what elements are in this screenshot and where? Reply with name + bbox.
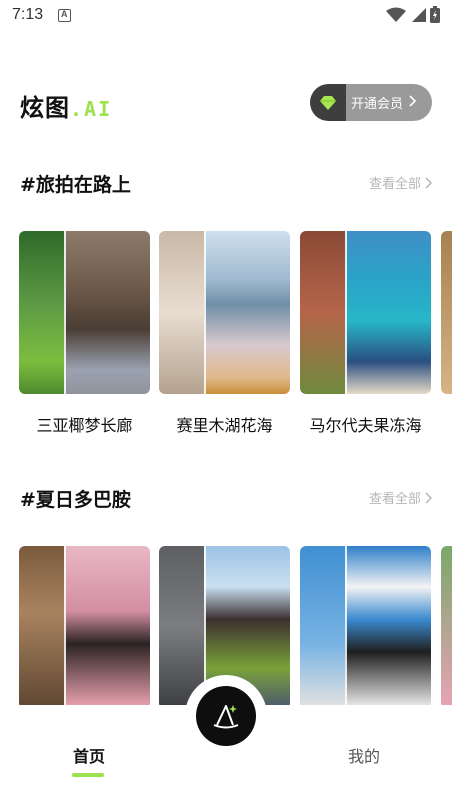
tab-active-indicator bbox=[72, 773, 104, 777]
card-image bbox=[300, 231, 431, 394]
card-peek bbox=[441, 546, 452, 709]
tab-mine[interactable]: 我的 bbox=[340, 743, 388, 767]
open-membership-button[interactable]: 开通会员 bbox=[310, 84, 432, 121]
section-header-summer: #夏日多巴胺 查看全部 bbox=[20, 485, 432, 511]
card-image bbox=[300, 546, 431, 709]
card-image bbox=[19, 231, 150, 394]
battery-icon bbox=[430, 6, 440, 23]
card-caption: 赛里木湖花海 bbox=[176, 416, 273, 435]
section-title: #旅拍在路上 bbox=[20, 174, 131, 196]
app-header: 炫图.AI 开通会员 bbox=[20, 84, 432, 122]
section-title: #夏日多巴胺 bbox=[20, 489, 131, 511]
logo-ai-text: .AI bbox=[70, 97, 113, 121]
card-image bbox=[19, 546, 150, 709]
signal-icon bbox=[412, 7, 426, 22]
chevron-right-icon bbox=[409, 94, 417, 111]
card-peek bbox=[441, 231, 452, 394]
card-caption: 三亚椰梦长廊 bbox=[36, 416, 133, 435]
app-logo: 炫图.AI bbox=[20, 88, 112, 123]
status-bar: 7:13 A bbox=[0, 0, 452, 34]
bottom-tab-bar: 首页 我的 bbox=[0, 675, 452, 805]
see-all-link[interactable]: 查看全部 bbox=[369, 173, 432, 192]
section-header-travel: #旅拍在路上 查看全部 bbox=[20, 170, 432, 196]
diamond-icon bbox=[310, 84, 346, 121]
card-row-travel: 三亚椰梦长廊 赛里木湖花海 马尔代夫果冻海 bbox=[19, 231, 452, 451]
template-card[interactable]: 赛里木湖花海 bbox=[159, 231, 290, 436]
template-card[interactable] bbox=[19, 546, 150, 709]
logo-text: 炫图 bbox=[20, 94, 70, 122]
create-button[interactable] bbox=[196, 686, 256, 746]
status-time: 7:13 bbox=[12, 6, 44, 23]
see-all-label: 查看全部 bbox=[368, 177, 421, 192]
status-icons bbox=[386, 6, 440, 23]
see-all-label: 查看全部 bbox=[368, 492, 421, 507]
template-card[interactable]: 三亚椰梦长廊 bbox=[19, 231, 150, 436]
wizard-hat-icon bbox=[213, 705, 239, 729]
card-image bbox=[159, 231, 290, 394]
chevron-right-icon bbox=[425, 176, 432, 189]
card-caption: 马尔代夫果冻海 bbox=[309, 416, 422, 435]
see-all-link[interactable]: 查看全部 bbox=[369, 488, 432, 507]
template-card[interactable]: 马尔代夫果冻海 bbox=[300, 231, 431, 436]
membership-label: 开通会员 bbox=[351, 97, 404, 112]
a-badge-icon: A bbox=[58, 9, 71, 22]
chevron-right-icon bbox=[425, 491, 432, 504]
wifi-icon bbox=[386, 7, 406, 22]
tab-home[interactable]: 首页 bbox=[65, 743, 113, 767]
template-card[interactable] bbox=[300, 546, 431, 709]
